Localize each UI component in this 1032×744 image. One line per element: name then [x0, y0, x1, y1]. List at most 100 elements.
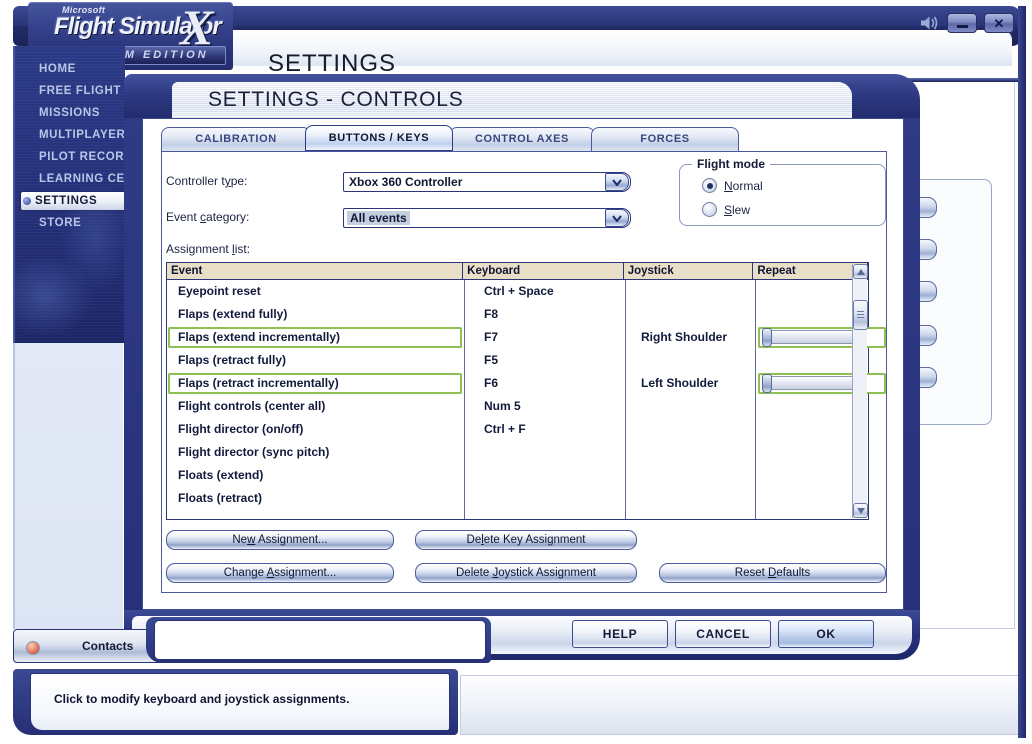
table-row[interactable]: Eyepoint reset Ctrl + Space [167, 280, 868, 303]
app-window: SETTINGS Microsoft Flight Simulator X ST… [0, 0, 1032, 744]
table-column-header: Joystick [624, 263, 754, 279]
table-row[interactable]: Flaps (retract fully) F5 [167, 349, 868, 372]
tab-buttons-keys[interactable]: BUTTONS / KEYS [305, 125, 453, 151]
tab-control-axes[interactable]: CONTROL AXES [449, 127, 595, 151]
repeat-slider[interactable] [762, 328, 862, 347]
cell-joystick [636, 395, 760, 418]
help-button[interactable]: HELP [572, 620, 668, 648]
table-header-row: Event Keyboard Joystick Repeat [167, 263, 868, 280]
cell-event: Flaps (extend fully) [178, 307, 288, 321]
cell-keyboard: Ctrl + F [484, 422, 526, 436]
radio-normal[interactable]: Normal [702, 178, 763, 193]
delete-joystick-assignment-button[interactable]: Delete Joystick Assignment [415, 563, 637, 583]
table-row[interactable]: Flight director (on/off) Ctrl + F [167, 418, 868, 441]
app-frame: SETTINGS Microsoft Flight Simulator X ST… [0, 0, 1032, 744]
tab-calibration[interactable]: CALIBRATION [161, 127, 311, 151]
assignment-list-table[interactable]: Event Keyboard Joystick Repeat Eyepoint res… [166, 262, 886, 520]
tab-forces[interactable]: FORCES [591, 127, 739, 151]
flight-mode-group: Flight mode Normal Slew [679, 157, 886, 226]
table-body: Eyepoint reset Ctrl + Space Flaps (extend … [167, 280, 886, 519]
cell-keyboard: F8 [484, 307, 499, 321]
repeat-slider[interactable] [762, 374, 862, 393]
radio-normal-indicator[interactable] [702, 178, 717, 193]
cell-event: Floats (retract) [178, 491, 263, 505]
cell-event: Flaps (retract fully) [178, 353, 287, 367]
sidebar-item-home[interactable]: HOME [25, 60, 129, 78]
cell-keyboard: Ctrl + Space [484, 284, 554, 298]
event-category-select[interactable]: All events [343, 208, 631, 228]
change-assignment-button[interactable]: Change Assignment... [166, 563, 394, 583]
sidebar-item-settings[interactable]: SETTINGS [21, 192, 132, 210]
slider-thumb[interactable] [762, 328, 772, 347]
sidebar-lower-panel [13, 343, 123, 629]
cell-event: Floats (extend) [178, 468, 264, 482]
cell-keyboard [479, 464, 634, 487]
radio-slew[interactable]: Slew [702, 202, 750, 217]
controller-type-select[interactable]: Xbox 360 Controller [343, 172, 631, 192]
chevron-down-icon[interactable] [605, 173, 629, 191]
minimize-button[interactable] [947, 13, 977, 33]
table-column-header: Keyboard [463, 263, 624, 279]
cell-event: Flaps (extend incrementally) [178, 330, 341, 344]
cell-event: Flaps (retract incrementally) [178, 376, 339, 390]
close-button[interactable]: ✕ [984, 13, 1014, 33]
cell-keyboard [479, 487, 634, 510]
scroll-up-icon[interactable] [853, 264, 868, 279]
status-bar-text: Click to modify keyboard and joystick as… [54, 692, 350, 706]
cell-joystick [636, 418, 760, 441]
scroll-down-icon[interactable] [853, 503, 868, 518]
sidebar-item-multiplayer[interactable]: MULTIPLAYER [25, 126, 129, 144]
controller-type-label: Controller type: [166, 174, 248, 188]
table-scrollbar[interactable] [852, 264, 868, 518]
dialog-content: CALIBRATION BUTTONS / KEYS CONTROL AXES FOR… [142, 118, 904, 610]
cell-keyboard: F7 [484, 330, 499, 344]
radio-slew-indicator[interactable] [702, 202, 717, 217]
contacts-label: Contacts [82, 639, 134, 653]
speaker-icon[interactable] [918, 13, 940, 33]
radio-normal-label: Normal [724, 178, 763, 193]
reset-defaults-button[interactable]: Reset Defaults [659, 563, 886, 583]
cell-event: Eyepoint reset [178, 284, 261, 298]
dialog-title: SETTINGS - CONTROLS [208, 88, 464, 111]
cell-event: Flight director (sync pitch) [178, 445, 330, 459]
assignment-list-label: Assignment list: [166, 242, 251, 256]
cell-event: Flight director (on/off) [178, 422, 304, 436]
new-assignment-button[interactable]: New Assignment... [166, 530, 394, 550]
flight-mode-legend: Flight mode [692, 157, 770, 171]
scrollbar-thumb[interactable] [853, 300, 868, 330]
ok-button[interactable]: OK [778, 620, 874, 648]
cell-joystick [636, 280, 760, 303]
sidebar-item-missions[interactable]: MISSIONS [25, 104, 129, 122]
sidebar-nav: HOME FREE FLIGHT MISSIONS MULTIPLAYER PILOT … [13, 46, 132, 343]
cell-joystick [636, 303, 760, 326]
table-row[interactable]: Flaps (extend incrementally) F7 Right Shou… [167, 326, 886, 349]
window-controls: ✕ [918, 13, 1014, 33]
tab-bar: CALIBRATION BUTTONS / KEYS CONTROL AXES FOR… [161, 125, 887, 153]
slider-thumb[interactable] [762, 374, 772, 393]
table-row[interactable]: Flight controls (center all) Num 5 [167, 395, 868, 418]
cell-joystick [636, 487, 760, 510]
cell-joystick [636, 441, 760, 464]
cell-joystick [636, 349, 760, 372]
table-row[interactable]: Flight director (sync pitch) [167, 441, 868, 464]
tab-panel-buttons-keys: Controller type: Xbox 360 Controller Eve… [161, 152, 887, 593]
sidebar-item-learning-center[interactable]: LEARNING CENTER [25, 170, 129, 188]
delete-key-assignment-button[interactable]: Delete Key Assignment [415, 530, 637, 550]
event-category-value: All events [347, 211, 410, 225]
sidebar-item-free-flight[interactable]: FREE FLIGHT [25, 82, 129, 100]
cell-joystick [636, 464, 760, 487]
cell-joystick: Left Shoulder [641, 376, 719, 390]
table-row[interactable]: Floats (extend) [167, 464, 868, 487]
cell-keyboard: F6 [484, 376, 499, 390]
sidebar-item-store[interactable]: STORE [25, 214, 129, 232]
cancel-button[interactable]: CANCEL [675, 620, 771, 648]
cell-joystick: Right Shoulder [641, 330, 727, 344]
chevron-down-icon[interactable] [605, 209, 629, 227]
cell-keyboard: Num 5 [484, 399, 521, 413]
right-edge-accent [1018, 6, 1026, 738]
table-row[interactable]: Flaps (extend fully) F8 [167, 303, 868, 326]
table-row[interactable]: Floats (retract) [167, 487, 868, 510]
table-row[interactable]: Flaps (retract incrementally) F6 Left Shou… [167, 372, 886, 395]
sidebar-item-pilot-records[interactable]: PILOT RECORDS [25, 148, 129, 166]
settings-controls-dialog: SETTINGS - CONTROLS CALIBRATION BUTTONS /… [124, 74, 920, 660]
